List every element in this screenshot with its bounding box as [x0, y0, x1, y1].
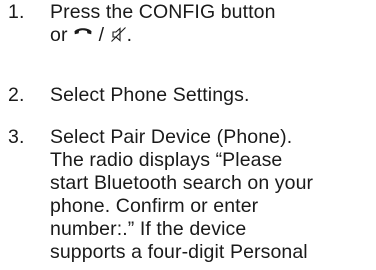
step-line: Press the CONFIG button	[50, 1, 276, 23]
phone-icon	[73, 28, 93, 42]
step-line: or / .	[50, 24, 376, 47]
step-text-fragment: .	[126, 24, 133, 46]
instruction-document: 1. Press the CONFIG button or / . 2. Sel…	[0, 0, 376, 270]
step-text-fragment: /	[93, 24, 110, 46]
step-text-fragment: or	[50, 24, 74, 46]
mute-icon	[110, 26, 127, 43]
step-line: number:.” If the device	[50, 218, 247, 240]
step-line: start Bluetooth search on your	[50, 172, 314, 194]
step-line: phone. Confirm or enter	[50, 195, 259, 217]
step-line: Select Phone Settings.	[50, 84, 250, 106]
step-text: Select Pair Device (Phone). The radio di…	[50, 126, 376, 264]
step-number: 2.	[8, 84, 25, 106]
step-line: The radio displays “Please	[50, 149, 283, 171]
step-line: supports a four-digit Personal	[50, 241, 308, 263]
step-line: Select Pair Device (Phone).	[50, 126, 293, 148]
step-number: 1.	[8, 1, 25, 23]
step-text: Press the CONFIG button or / .	[50, 1, 376, 47]
step-number: 3.	[8, 126, 25, 148]
step-text: Select Phone Settings.	[50, 84, 376, 107]
